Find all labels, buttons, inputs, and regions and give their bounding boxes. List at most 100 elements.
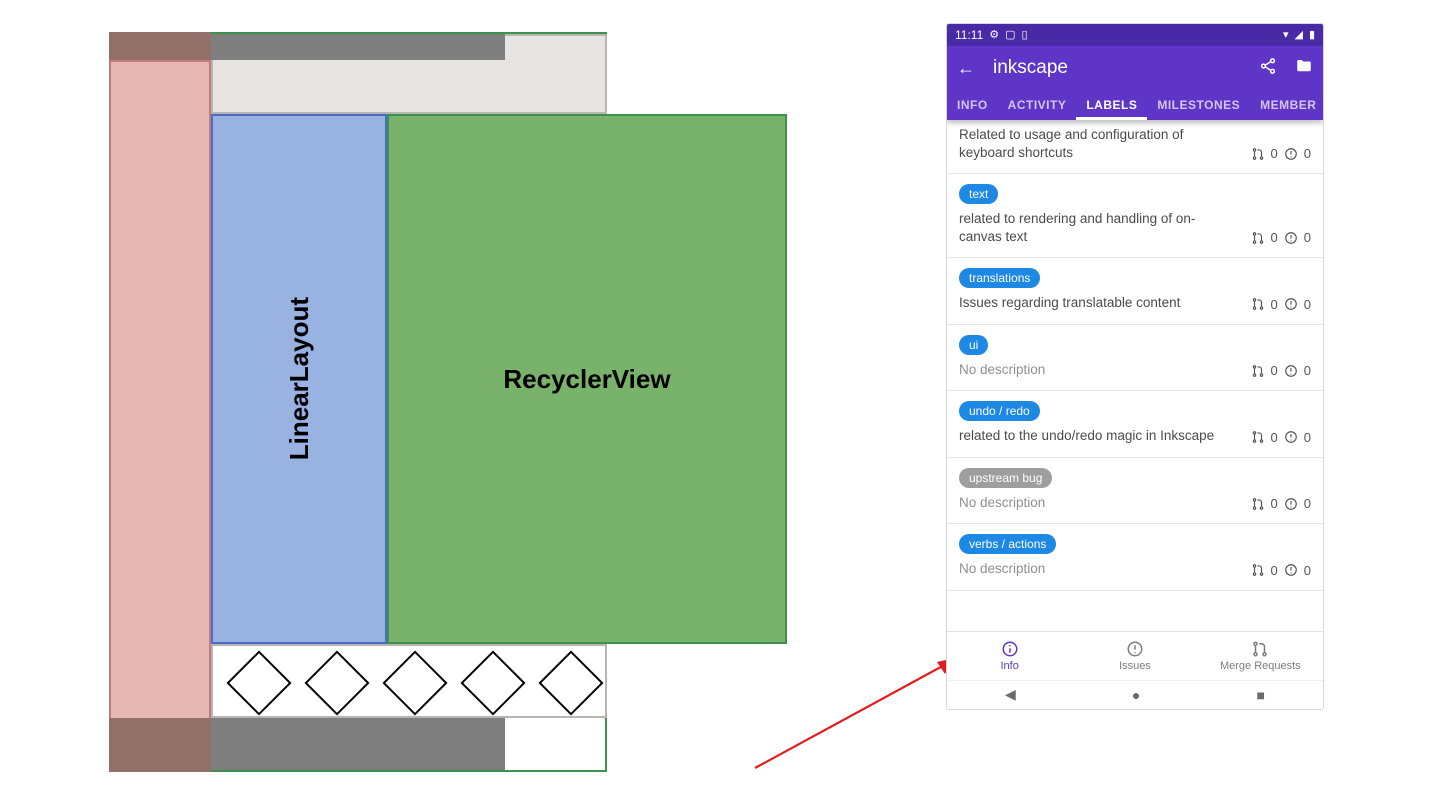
label-item[interactable]: upstream bugNo description00 [947, 458, 1323, 525]
label-item[interactable]: text related to rendering and handling of… [947, 174, 1323, 258]
issue-count: 0 [1304, 297, 1311, 312]
labels-list[interactable]: Related to usage and configuration of ke… [947, 120, 1323, 591]
arrow [745, 648, 970, 778]
label-description: No description [959, 361, 1219, 379]
bottom-tab-label: Issues [1119, 660, 1151, 672]
label-badge: verbs / actions [959, 534, 1056, 554]
folder-icon[interactable] [1295, 57, 1313, 80]
battery-icon: ▮ [1309, 30, 1315, 41]
bottom-tab-label: Merge Requests [1220, 660, 1301, 672]
diagram-top-bar [211, 34, 505, 60]
recyclerview-box: RecyclerView [387, 114, 787, 644]
label-description: No description [959, 494, 1219, 512]
label-description: Related to usage and configuration of ke… [959, 126, 1219, 161]
doc-icon: ▯ [1022, 30, 1028, 41]
tab-info[interactable]: INFO [947, 98, 998, 120]
bottom-tab-label: Info [1000, 660, 1018, 672]
bottom-tab-merge-requests[interactable]: Merge Requests [1198, 632, 1323, 680]
gear-icon: ⚙ [989, 30, 999, 41]
label-description: related to the undo/redo magic in Inksca… [959, 427, 1219, 445]
bottom-tab-icon [1251, 640, 1269, 658]
issue-icon [1284, 430, 1298, 444]
phone-frame: 11:11 ⚙ ▢ ▯ ▾ ◢ ▮ ← inkscape [947, 24, 1323, 709]
label-counts: 0 0 [1251, 146, 1311, 161]
label-item[interactable]: uiNo description00 [947, 325, 1323, 392]
merge-count: 0 [1271, 496, 1278, 511]
label-badge: translations [959, 268, 1040, 288]
merge-count: 0 [1271, 297, 1278, 312]
issue-icon [1284, 297, 1298, 311]
app-title: inkscape [993, 57, 1241, 79]
label-description: Issues regarding translatable content [959, 294, 1219, 312]
nav-back-icon[interactable]: ◀ [1005, 686, 1016, 703]
label-counts: 00 [1251, 430, 1311, 445]
tab-activity[interactable]: ACTIVITY [998, 98, 1077, 120]
merge-icon [1251, 563, 1265, 577]
signal-icon: ◢ [1294, 30, 1302, 41]
bottom-tab-icon [1126, 640, 1144, 658]
wifi-icon: ▾ [1283, 30, 1289, 41]
merge-icon [1251, 231, 1265, 245]
issue-count: 0 [1304, 230, 1311, 245]
merge-icon [1251, 497, 1265, 511]
diagram-left-column [109, 60, 211, 744]
label-counts: 00 [1251, 297, 1311, 312]
top-tabs: INFOACTIVITYLABELSMILESTONESMEMBER [947, 90, 1323, 120]
merge-count: 0 [1271, 230, 1278, 245]
bottom-tab-issues[interactable]: Issues [1072, 632, 1197, 680]
app-bar: ← inkscape [947, 46, 1323, 90]
label-counts: 00 [1251, 496, 1311, 511]
merge-icon [1251, 430, 1265, 444]
diagram-top-bar-left [109, 32, 211, 60]
android-nav-bar: ◀ ● ■ [947, 680, 1323, 709]
label-counts: 00 [1251, 230, 1311, 245]
label-counts: 00 [1251, 363, 1311, 378]
status-bar: 11:11 ⚙ ▢ ▯ ▾ ◢ ▮ [947, 24, 1323, 46]
label-description: No description [959, 560, 1219, 578]
linearlayout-label: LinearLayout [284, 297, 315, 460]
merge-count: 0 [1271, 146, 1278, 161]
status-left: 11:11 ⚙ ▢ ▯ [955, 28, 1028, 42]
nav-home-icon[interactable]: ● [1132, 687, 1140, 703]
issue-count: 0 [1304, 146, 1311, 161]
merge-count: 0 [1271, 563, 1278, 578]
back-icon[interactable]: ← [957, 58, 975, 79]
label-badge: ui [959, 335, 988, 355]
label-description: related to rendering and handling of on-… [959, 210, 1219, 245]
issue-count: 0 [1304, 430, 1311, 445]
tab-member[interactable]: MEMBER [1250, 98, 1323, 120]
issue-icon [1284, 563, 1298, 577]
merge-count: 0 [1271, 363, 1278, 378]
status-time: 11:11 [955, 28, 983, 42]
issue-icon [1284, 497, 1298, 511]
issue-count: 0 [1304, 563, 1311, 578]
diagram-bottom-bar [211, 718, 505, 770]
issue-count: 0 [1304, 363, 1311, 378]
label-counts: 00 [1251, 563, 1311, 578]
bottom-tab-icon [1001, 640, 1019, 658]
merge-icon [1251, 364, 1265, 378]
merge-count: 0 [1271, 430, 1278, 445]
issue-icon [1284, 147, 1298, 161]
issue-count: 0 [1304, 496, 1311, 511]
label-item[interactable]: undo / redo related to the undo/redo magi… [947, 391, 1323, 458]
label-item[interactable]: verbs / actionsNo description00 [947, 524, 1323, 591]
label-badge: upstream bug [959, 468, 1052, 488]
recyclerview-label: RecyclerView [503, 364, 670, 395]
issue-icon [1284, 231, 1298, 245]
label-item-fragment[interactable]: Related to usage and configuration of ke… [947, 120, 1323, 174]
label-item[interactable]: translations Issues regarding translatabl… [947, 258, 1323, 325]
tab-labels[interactable]: LABELS [1076, 98, 1147, 120]
bottom-tab-info[interactable]: Info [947, 632, 1072, 680]
issue-icon [1284, 364, 1298, 378]
square-icon: ▢ [1005, 30, 1015, 41]
nav-recent-icon[interactable]: ■ [1256, 687, 1264, 703]
diagram-left-column-bottom [109, 718, 211, 772]
tab-milestones[interactable]: MILESTONES [1147, 98, 1250, 120]
label-badge: text [959, 184, 998, 204]
merge-icon [1251, 147, 1265, 161]
label-badge: undo / redo [959, 401, 1040, 421]
bottom-tabs: Info Issues Merge Requests [947, 631, 1323, 680]
share-icon[interactable] [1259, 57, 1277, 80]
status-right: ▾ ◢ ▮ [1283, 30, 1315, 41]
